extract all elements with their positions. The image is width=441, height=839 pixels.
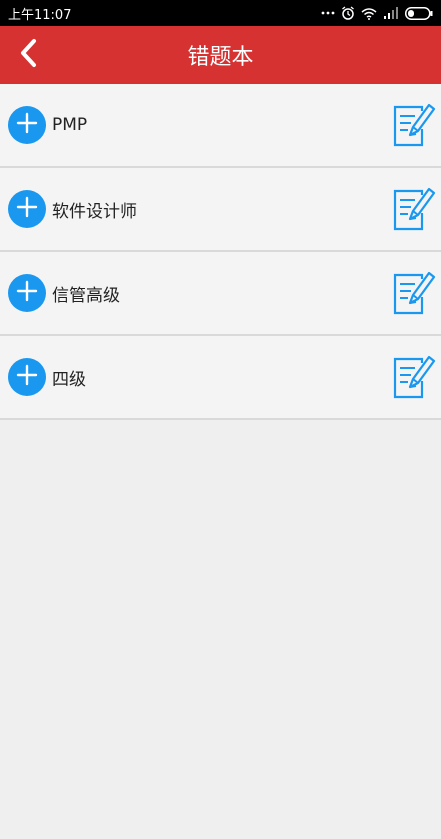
page-title: 错题本: [187, 45, 254, 70]
add-button[interactable]: [8, 190, 46, 228]
plus-icon: [16, 280, 38, 306]
plus-icon: [16, 364, 38, 390]
add-button[interactable]: [8, 274, 46, 312]
list-item[interactable]: 软件设计师: [0, 168, 441, 252]
edit-note-icon: [389, 187, 437, 237]
plus-icon: [16, 196, 38, 222]
battery-icon: [405, 6, 433, 20]
plus-icon: [16, 112, 38, 138]
list-item-label: 软件设计师: [52, 201, 137, 222]
add-button[interactable]: [8, 358, 46, 396]
more-dots-icon: [321, 10, 335, 16]
add-button[interactable]: [8, 106, 46, 144]
edit-button[interactable]: [389, 353, 437, 401]
list-item-label: 信管高级: [52, 285, 120, 306]
alarm-icon: [341, 6, 355, 20]
edit-button[interactable]: [389, 185, 437, 233]
edit-button[interactable]: [389, 269, 437, 317]
list-item[interactable]: PMP: [0, 84, 441, 168]
edit-note-icon: [389, 271, 437, 321]
edit-button[interactable]: [389, 101, 437, 149]
chevron-left-icon: [19, 38, 39, 72]
wifi-icon: [361, 7, 377, 20]
status-bar: 上午11:07: [0, 0, 441, 26]
list-item-label: PMP: [52, 115, 88, 135]
edit-note-icon: [389, 103, 437, 153]
list-item-label: 四级: [52, 369, 86, 390]
edit-note-icon: [389, 355, 437, 405]
wrong-question-book-list: PMP 软件设计师 信管高级 四级: [0, 84, 441, 420]
app-bar: 错题本: [0, 26, 441, 84]
status-time: 上午11:07: [8, 7, 72, 23]
list-item[interactable]: 信管高级: [0, 252, 441, 336]
status-icons: [321, 6, 433, 20]
signal-icon: [383, 7, 399, 19]
back-button[interactable]: [6, 32, 52, 78]
list-item[interactable]: 四级: [0, 336, 441, 420]
